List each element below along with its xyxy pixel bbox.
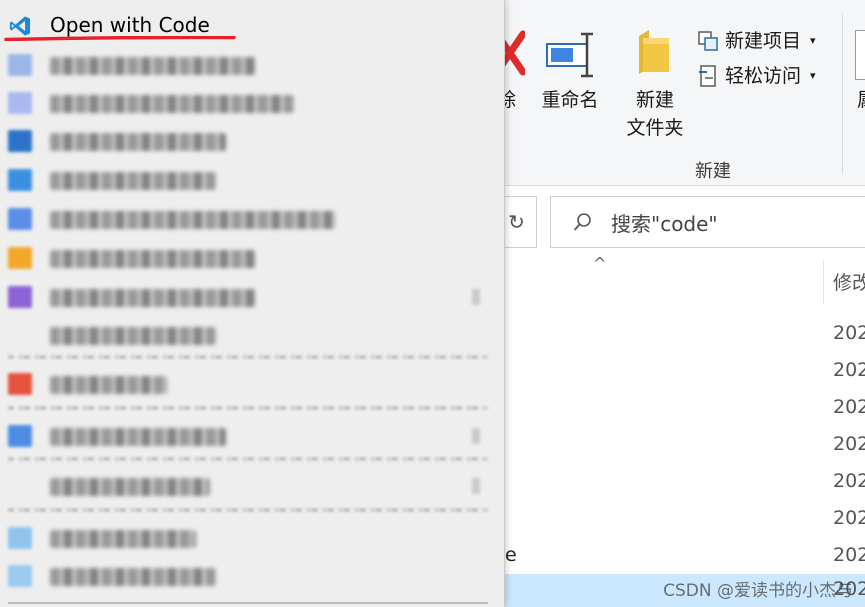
blurred-label <box>50 376 168 394</box>
new-folder-label-line2: 文件夹 <box>626 117 684 139</box>
app-icon <box>8 169 32 191</box>
rename-button[interactable]: 重命名 <box>535 86 605 114</box>
app-icon <box>8 527 32 549</box>
ribbon-group-new-label: 新建 <box>695 161 731 182</box>
column-divider[interactable] <box>823 260 824 304</box>
app-icon <box>8 54 32 76</box>
blurred-label <box>50 530 196 548</box>
ribbon: 除 重命名 新建 文件夹 新建项目 ▾ 轻松访问 ▾ 新建 <box>495 0 865 186</box>
app-icon <box>8 565 32 587</box>
column-header-modified[interactable]: 修改 <box>833 268 865 295</box>
blurred-label <box>50 250 256 268</box>
vscode-icon <box>9 16 31 36</box>
menu-item-blurred[interactable] <box>0 518 500 556</box>
blurred-label <box>50 95 294 113</box>
app-icon <box>8 130 32 152</box>
date-cell: 202 <box>833 396 865 418</box>
menu-item-blurred[interactable] <box>0 416 500 454</box>
menu-separator <box>8 457 488 461</box>
new-item-label: 新建项目 <box>725 30 802 52</box>
menu-item-blurred[interactable] <box>0 83 500 121</box>
blurred-label <box>50 428 226 446</box>
blurred-label <box>50 172 216 190</box>
menu-item-blurred[interactable] <box>0 364 500 402</box>
blurred-label <box>50 57 256 75</box>
menu-separator <box>8 406 488 410</box>
date-cell: 202 <box>833 359 865 381</box>
blurred-label <box>50 133 226 151</box>
new-item-button[interactable]: 新建项目 ▾ <box>697 28 816 54</box>
menu-item-blurred[interactable] <box>0 277 500 315</box>
search-icon <box>574 213 591 231</box>
sort-caret-icon[interactable]: ^ <box>593 254 606 273</box>
app-icon <box>8 425 32 447</box>
watermark: CSDN @爱读书的小杰与 <box>663 581 853 601</box>
ribbon-group-divider <box>842 14 843 174</box>
easy-access-label: 轻松访问 <box>725 65 802 87</box>
date-cell: 202 <box>833 544 865 566</box>
app-icon <box>8 286 32 308</box>
context-menu: Open with Code <box>0 0 505 607</box>
new-folder-button[interactable]: 新建 文件夹 <box>620 86 690 142</box>
rename-icon[interactable] <box>545 30 597 80</box>
chevron-down-icon: ▾ <box>810 69 816 82</box>
refresh-icon: ↻ <box>508 210 525 234</box>
new-item-icon <box>698 31 718 51</box>
new-folder-icon[interactable] <box>635 28 673 78</box>
app-icon <box>8 373 32 395</box>
properties-button[interactable]: 属 <box>857 86 865 114</box>
menu-item-blurred[interactable] <box>0 199 500 237</box>
date-cell: 202 <box>833 322 865 344</box>
blurred-label <box>50 568 216 586</box>
blurred-label <box>50 478 210 496</box>
menu-item-blurred[interactable] <box>0 121 500 159</box>
properties-icon[interactable] <box>855 30 865 80</box>
app-icon <box>8 208 32 230</box>
chevron-down-icon: ▾ <box>810 34 816 47</box>
menu-item-blurred[interactable] <box>0 556 500 594</box>
app-icon <box>8 92 32 114</box>
app-icon <box>8 247 32 269</box>
menu-separator <box>8 355 488 359</box>
menu-item-blurred[interactable] <box>0 45 500 83</box>
menu-separator <box>8 602 488 604</box>
easy-access-button[interactable]: 轻松访问 ▾ <box>697 63 816 89</box>
blurred-label <box>50 289 256 307</box>
menu-item-blurred[interactable] <box>0 238 500 276</box>
easy-access-icon <box>699 65 716 87</box>
menu-separator <box>8 508 488 512</box>
blurred-label <box>50 327 216 345</box>
blurred-label <box>50 211 336 229</box>
menu-item-blurred[interactable] <box>0 466 500 504</box>
file-list: ^ 修改 202 202 202 202 202 202 202 e 202 <box>505 254 865 607</box>
file-name-fragment[interactable]: e <box>505 544 517 566</box>
submenu-arrow-icon <box>472 289 480 305</box>
address-bar-row: ↻ 搜索"code" <box>497 186 865 260</box>
date-cell: 202 <box>833 433 865 455</box>
menu-item-blurred[interactable] <box>0 315 500 353</box>
submenu-arrow-icon <box>472 428 480 444</box>
date-cell: 202 <box>833 470 865 492</box>
search-input[interactable]: 搜索"code" <box>550 196 865 248</box>
menu-item-blurred[interactable] <box>0 160 500 198</box>
red-underline-annotation <box>4 36 236 41</box>
date-cell: 202 <box>833 507 865 529</box>
search-placeholder: 搜索"code" <box>611 211 718 236</box>
submenu-arrow-icon <box>472 478 480 494</box>
new-folder-label-line1: 新建 <box>635 89 674 111</box>
